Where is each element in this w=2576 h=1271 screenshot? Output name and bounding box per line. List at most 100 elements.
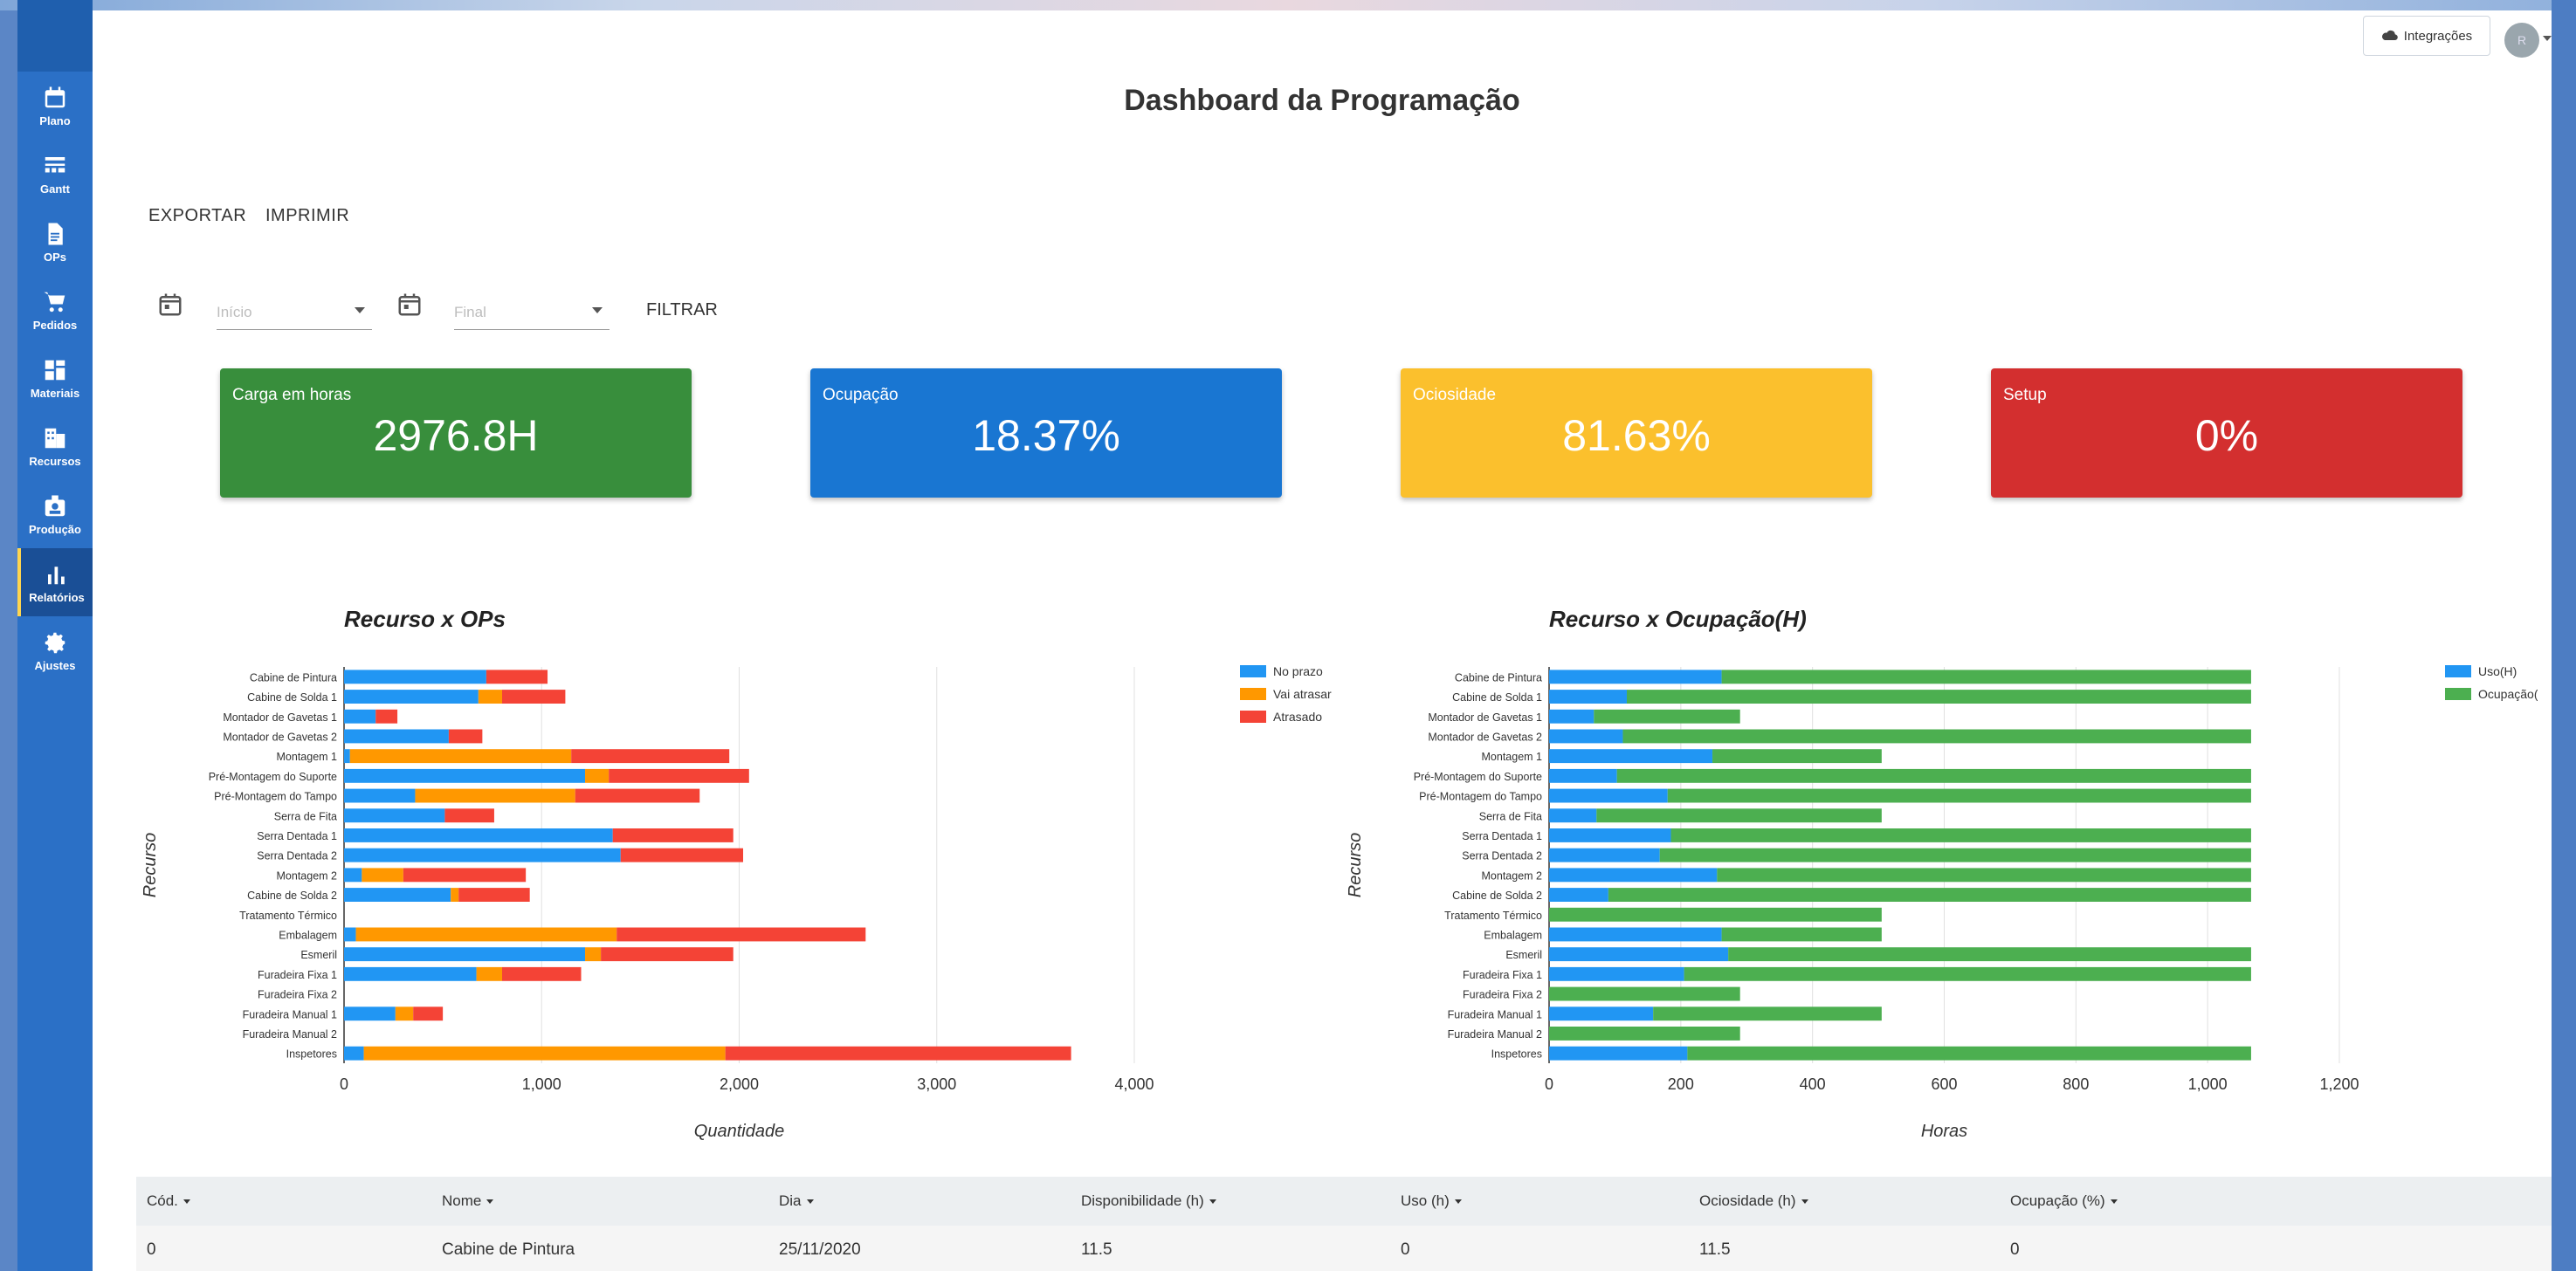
print-button[interactable]: IMPRIMIR — [265, 206, 349, 226]
bar-segment[interactable] — [620, 848, 744, 862]
bar-segment[interactable] — [1549, 868, 1718, 883]
bar-segment[interactable] — [1596, 808, 1882, 823]
bar-segment[interactable] — [363, 1046, 726, 1061]
bar-segment[interactable] — [486, 670, 548, 684]
bar-segment[interactable] — [1549, 1006, 1654, 1021]
bar-segment[interactable] — [1653, 1006, 1882, 1021]
bar-segment[interactable] — [362, 868, 403, 883]
legend-label[interactable]: Vai atrasar — [1273, 687, 1332, 701]
bar-segment[interactable] — [1549, 1046, 1688, 1061]
bar-segment[interactable] — [344, 788, 416, 803]
bar-segment[interactable] — [1717, 868, 2251, 883]
sidebar-item-ajustes[interactable]: Ajustes — [17, 616, 93, 684]
bar-segment[interactable] — [344, 966, 477, 981]
sidebar-item-gantt[interactable]: Gantt — [17, 140, 93, 208]
bar-segment[interactable] — [585, 947, 602, 962]
end-date-input[interactable]: Final — [454, 292, 610, 330]
bar-segment[interactable] — [502, 966, 582, 981]
bar-segment[interactable] — [1549, 947, 1729, 962]
bar-segment[interactable] — [1549, 670, 1722, 684]
bar-segment[interactable] — [1549, 907, 1882, 922]
legend-label[interactable]: Uso(H) — [2478, 664, 2517, 678]
bar-segment[interactable] — [403, 868, 527, 883]
column-header-occupation[interactable]: Ocupação (%) — [2010, 1177, 2118, 1226]
bar-segment[interactable] — [1622, 729, 2251, 744]
bar-segment[interactable] — [502, 690, 566, 704]
bar-segment[interactable] — [571, 749, 730, 764]
sidebar-item-recursos[interactable]: Recursos — [17, 412, 93, 480]
bar-segment[interactable] — [451, 888, 459, 902]
bar-segment[interactable] — [1549, 986, 1740, 1001]
bar-segment[interactable] — [413, 1006, 444, 1021]
bar-segment[interactable] — [355, 927, 617, 942]
bar-segment[interactable] — [725, 1046, 1071, 1061]
bar-segment[interactable] — [344, 1006, 396, 1021]
bar-segment[interactable] — [585, 768, 610, 783]
bar-segment[interactable] — [415, 788, 575, 803]
bar-segment[interactable] — [616, 927, 866, 942]
bar-segment[interactable] — [344, 670, 486, 684]
bar-segment[interactable] — [1721, 670, 2251, 684]
sidebar-item-ops[interactable]: OPs — [17, 208, 93, 276]
export-button[interactable]: EXPORTAR — [148, 206, 246, 226]
avatar[interactable]: R — [2504, 23, 2539, 58]
bar-segment[interactable] — [1659, 848, 2251, 862]
bar-segment[interactable] — [1549, 709, 1595, 724]
bar-segment[interactable] — [344, 749, 350, 764]
legend-label[interactable]: Atrasado — [1273, 710, 1322, 724]
bar-segment[interactable] — [1549, 808, 1597, 823]
legend-label[interactable]: No prazo — [1273, 664, 1323, 678]
column-header-day[interactable]: Dia — [779, 1177, 814, 1226]
bar-segment[interactable] — [1549, 828, 1671, 842]
bar-segment[interactable] — [344, 947, 586, 962]
bar-segment[interactable] — [458, 888, 530, 902]
bar-segment[interactable] — [344, 828, 613, 842]
start-date-dropdown-icon[interactable] — [355, 307, 365, 313]
sidebar-item-relatórios[interactable]: Relatórios — [17, 548, 93, 616]
bar-segment[interactable] — [344, 768, 586, 783]
bar-segment[interactable] — [349, 749, 572, 764]
bar-segment[interactable] — [1549, 768, 1617, 783]
bar-segment[interactable] — [478, 690, 502, 704]
column-header-name[interactable]: Nome — [442, 1177, 494, 1226]
bar-segment[interactable] — [1549, 749, 1713, 764]
bar-segment[interactable] — [1721, 927, 1882, 942]
integrations-button[interactable]: Integrações — [2363, 16, 2490, 56]
bar-segment[interactable] — [1549, 927, 1722, 942]
bar-segment[interactable] — [344, 848, 621, 862]
bar-segment[interactable] — [1616, 768, 2251, 783]
bar-segment[interactable] — [344, 690, 479, 704]
bar-segment[interactable] — [609, 768, 749, 783]
bar-segment[interactable] — [1608, 888, 2251, 902]
bar-segment[interactable] — [476, 966, 502, 981]
sidebar-item-produção[interactable]: Produção — [17, 480, 93, 548]
bar-segment[interactable] — [1549, 848, 1660, 862]
bar-segment[interactable] — [395, 1006, 414, 1021]
bar-segment[interactable] — [1549, 966, 1684, 981]
bar-segment[interactable] — [1687, 1046, 2251, 1061]
column-header-availability[interactable]: Disponibilidade (h) — [1081, 1177, 1216, 1226]
bar-segment[interactable] — [1549, 888, 1608, 902]
column-header-usage[interactable]: Uso (h) — [1401, 1177, 1462, 1226]
bar-segment[interactable] — [575, 788, 700, 803]
bar-segment[interactable] — [1549, 729, 1623, 744]
bar-segment[interactable] — [344, 1046, 364, 1061]
bar-segment[interactable] — [1549, 690, 1627, 704]
bar-segment[interactable] — [344, 709, 376, 724]
bar-segment[interactable] — [444, 808, 494, 823]
bar-segment[interactable] — [1626, 690, 2251, 704]
bar-segment[interactable] — [1667, 788, 2251, 803]
end-date-dropdown-icon[interactable] — [592, 307, 603, 313]
bar-segment[interactable] — [448, 729, 483, 744]
bar-segment[interactable] — [344, 927, 356, 942]
bar-segment[interactable] — [601, 947, 734, 962]
legend-label[interactable]: Ocupação(H) — [2478, 687, 2538, 701]
filter-button[interactable]: FILTRAR — [646, 292, 718, 329]
bar-segment[interactable] — [1728, 947, 2251, 962]
bar-segment[interactable] — [612, 828, 734, 842]
bar-segment[interactable] — [344, 868, 362, 883]
sidebar-item-materiais[interactable]: Materiais — [17, 344, 93, 412]
chevron-down-icon[interactable] — [2543, 36, 2552, 41]
start-date-input[interactable]: Início — [217, 292, 372, 330]
bar-segment[interactable] — [375, 709, 398, 724]
